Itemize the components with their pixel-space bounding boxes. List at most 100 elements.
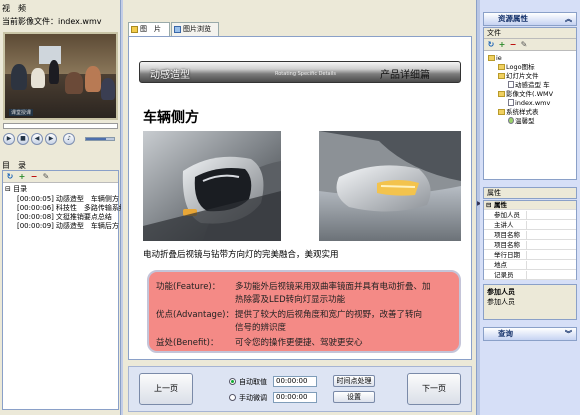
advantage-line-2: 信号的辨识度 <box>235 323 287 333</box>
left-splitter[interactable] <box>121 0 123 415</box>
right-panel: 资源属性 ︽ 文件 ↻ + − ✎ ie Logo图标 幻灯片文件 动感造型 车影像文… <box>480 0 580 415</box>
desc-box: 参加人员 参加人员 <box>483 284 577 320</box>
manual-adjust-radio[interactable] <box>229 394 236 401</box>
add-icon[interactable]: + <box>17 172 27 182</box>
advantage-label: 优点(Advantage)： <box>156 310 234 320</box>
resource-tree-label: Logo图标 <box>506 63 535 71</box>
volume-slider[interactable] <box>85 137 115 141</box>
property-key: 项目名称 <box>492 241 527 250</box>
property-row[interactable]: 参加人员 <box>484 211 576 220</box>
content-area: 图 片 图片浏览 动感造型 Rotating Specific Details … <box>122 0 478 415</box>
file-icon <box>508 99 514 106</box>
property-row[interactable]: 举行日期 <box>484 251 576 260</box>
property-row[interactable]: 地点 <box>484 261 576 270</box>
fast-forward-icon[interactable]: ▶ <box>45 133 57 145</box>
next-page-button[interactable]: 下一页 <box>407 373 461 405</box>
edit-icon[interactable]: ✎ <box>41 172 51 182</box>
resource-tree-item[interactable]: 系统样式表 <box>498 108 539 116</box>
resource-tree-label: index.wmv <box>515 99 551 107</box>
expand-down-icon[interactable]: ︾ <box>565 328 572 340</box>
desc-text: 参加人员 <box>487 298 515 306</box>
folder-icon <box>488 55 495 61</box>
toc-item[interactable]: [00:00:05] 动感造型 车辆侧方 <box>17 195 119 204</box>
remove-icon[interactable]: − <box>508 40 518 50</box>
rewind-icon[interactable]: ◀ <box>31 133 43 145</box>
resource-tree-label: 幻灯片文件 <box>506 72 539 80</box>
props-title: 属性 <box>483 187 577 199</box>
video-section-title: 视 频 <box>2 4 26 13</box>
resource-tree-item[interactable]: Logo图标 <box>498 63 535 71</box>
slide-view: 动感造型 Rotating Specific Details 产品详细篇 车辆侧… <box>128 36 472 360</box>
benefit-label: 益处(Benefit)： <box>156 338 219 348</box>
toc-item-label: 文挺推销要点总结 <box>55 213 112 221</box>
video-player[interactable]: 课堂授课 <box>3 32 118 120</box>
property-key: 举行日期 <box>492 251 527 260</box>
video-controls: ▶ ■ ◀ ▶ ♪ <box>3 123 118 156</box>
left-panel: 视 频 当前影像文件：index.wmv 课堂授课 ▶ ■ ◀ ▶ ♪ 目 录 … <box>0 0 126 415</box>
desc-title: 参加人员 <box>487 288 515 296</box>
resource-tree-item[interactable]: 动感造型 车 <box>508 81 550 89</box>
remove-icon[interactable]: − <box>29 172 39 182</box>
banner-right-title: 产品详细篇 <box>380 70 430 81</box>
prev-page-button[interactable]: 上一页 <box>139 373 193 405</box>
toc-item-time: [00:00:09] <box>17 222 54 230</box>
settings-button[interactable]: 设置 <box>333 391 375 403</box>
property-row[interactable]: 项目名称 <box>484 231 576 240</box>
resource-tree-label: 动感造型 车 <box>515 81 550 89</box>
advantage-line-1: 提供了较大的后视角度和宽广的视野，改善了转向 <box>235 310 423 320</box>
slide-banner: 动感造型 Rotating Specific Details 产品详细篇 <box>139 61 461 83</box>
refresh-icon[interactable]: ↻ <box>5 172 15 182</box>
manual-time-input[interactable]: 00:00:00 <box>273 392 317 403</box>
current-file-label: 当前影像文件：index.wmv <box>2 17 102 26</box>
feature-line-1: 多功能外后视镜采用双曲率镜面并具有电动折叠、加 <box>235 282 431 292</box>
property-row[interactable]: 主讲人 <box>484 221 576 230</box>
property-key: 参加人员 <box>492 211 527 220</box>
resource-tree-item[interactable]: index.wmv <box>508 99 550 107</box>
toc-item[interactable]: [00:00:06] 科技性 多路传输系统 <box>17 204 126 213</box>
toc-item-label: 动感造型 车辆侧方 <box>55 195 119 203</box>
property-key: 记录员 <box>492 271 527 280</box>
resource-tree-item[interactable]: ie <box>488 54 502 62</box>
tab-image[interactable]: 图 片 <box>128 22 170 36</box>
tab-image-browse[interactable]: 图片浏览 <box>171 22 219 36</box>
props-grid: ⊟ 属性 参加人员 主讲人 项目名称 项目名称 举行日期 地点 记录员 <box>483 200 577 280</box>
toc-root[interactable]: ⊟ 目录 <box>5 185 27 194</box>
collapse-up-icon[interactable]: ︽ <box>565 13 572 25</box>
resource-tree-item[interactable]: 温馨型 <box>508 117 535 125</box>
resource-tree-label: 温馨型 <box>515 117 535 125</box>
toc-item-time: [00:00:08] <box>17 213 54 221</box>
property-row[interactable]: 记录员 <box>484 271 576 280</box>
tab-image-label: 图 片 <box>140 25 161 33</box>
fab-box: 功能(Feature)： 多功能外后视镜采用双曲率镜面并具有电动折叠、加 热除雾… <box>147 270 461 353</box>
toc-item[interactable]: [00:00:09] 动感造型 车辆后方 <box>17 222 119 231</box>
mirror-photo-right <box>319 131 461 241</box>
image-icon <box>131 26 138 33</box>
folder-icon <box>498 64 505 70</box>
property-row[interactable]: 项目名称 <box>484 241 576 250</box>
refresh-icon[interactable]: ↻ <box>486 40 496 50</box>
seek-bar[interactable] <box>3 123 118 129</box>
gallery-icon <box>174 26 181 33</box>
resource-tree-item[interactable]: 影像文件(.WMV <box>498 90 553 98</box>
auto-value-radio[interactable] <box>229 378 236 385</box>
file-tab[interactable]: 文件 <box>484 28 576 39</box>
add-icon[interactable]: + <box>497 40 507 50</box>
edit-icon[interactable]: ✎ <box>519 40 529 50</box>
resource-panel-header[interactable]: 资源属性 ︽ <box>483 12 577 26</box>
timepoint-button[interactable]: 时间点处理 <box>333 375 375 387</box>
resource-tree-item[interactable]: 幻灯片文件 <box>498 72 539 80</box>
feature-label: 功能(Feature)： <box>156 282 221 292</box>
play-icon[interactable]: ▶ <box>3 133 15 145</box>
mute-icon[interactable]: ♪ <box>63 133 75 145</box>
stop-icon[interactable]: ■ <box>17 133 29 145</box>
toc-item-time: [00:00:06] <box>17 204 54 212</box>
search-panel-header[interactable]: 查询 ︾ <box>483 327 577 341</box>
toc-item[interactable]: [00:00:08] 文挺推销要点总结 <box>17 213 112 222</box>
tab-image-browse-label: 图片浏览 <box>183 25 211 33</box>
file-icon <box>508 81 514 88</box>
banner-left-title: 动感造型 <box>150 70 190 81</box>
resource-tree-label: 影像文件(.WMV <box>506 90 554 98</box>
props-group-row[interactable]: ⊟ 属性 <box>484 201 576 210</box>
auto-time-input[interactable]: 00:00:00 <box>273 376 317 387</box>
video-caption: 课堂授课 <box>9 109 34 116</box>
